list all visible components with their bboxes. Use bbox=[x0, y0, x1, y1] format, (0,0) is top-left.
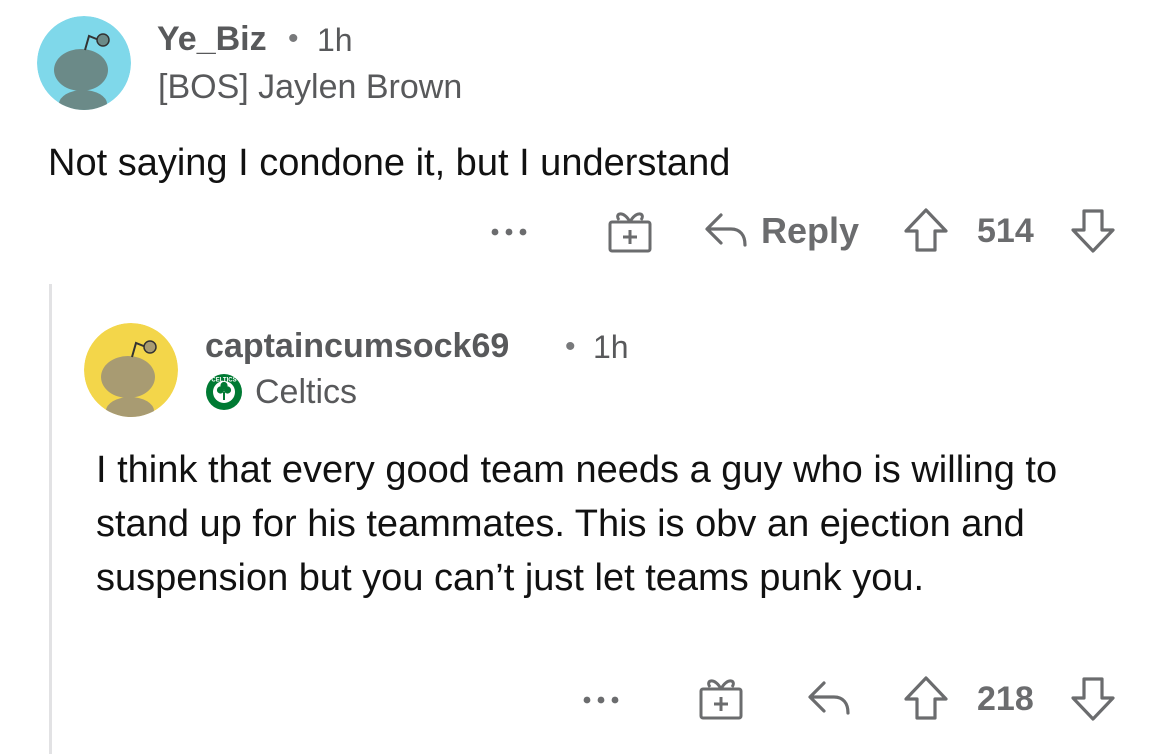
downvote-icon bbox=[1071, 209, 1115, 253]
user-flair: Celtics bbox=[255, 373, 358, 411]
username[interactable]: captaincumsock69 bbox=[205, 327, 509, 366]
upvote-button[interactable] bbox=[903, 207, 949, 253]
more-options-button[interactable] bbox=[581, 690, 623, 710]
downvote-button[interactable] bbox=[1070, 676, 1116, 722]
more-icon bbox=[583, 696, 619, 704]
avatar[interactable] bbox=[37, 16, 131, 110]
separator-dot: • bbox=[288, 22, 299, 55]
reply-button[interactable] bbox=[806, 679, 852, 717]
timestamp: 1h bbox=[593, 329, 629, 365]
more-icon bbox=[491, 228, 527, 236]
reply-arrow-icon bbox=[808, 681, 850, 715]
award-gift-icon bbox=[699, 679, 743, 720]
comment-body: I think that every good team needs a guy… bbox=[96, 449, 1058, 599]
timestamp: 1h bbox=[317, 22, 353, 58]
separator-dot: • bbox=[565, 330, 576, 363]
user-flair: [BOS] Jaylen Brown bbox=[158, 68, 463, 106]
award-gift-icon bbox=[608, 212, 652, 253]
vote-score: 514 bbox=[977, 212, 1034, 250]
award-button[interactable] bbox=[698, 675, 744, 721]
upvote-icon bbox=[904, 676, 948, 720]
username[interactable]: Ye_Biz bbox=[157, 20, 267, 59]
snoo-avatar-icon bbox=[37, 16, 131, 110]
flair-badge-text: CELTICS bbox=[211, 378, 236, 384]
upvote-button[interactable] bbox=[903, 675, 949, 721]
award-button[interactable] bbox=[607, 208, 653, 254]
snoo-avatar-icon bbox=[84, 323, 178, 417]
more-options-button[interactable] bbox=[489, 222, 531, 242]
celtics-flair-icon: CELTICS bbox=[206, 374, 242, 410]
comment-body: Not saying I condone it, but I understan… bbox=[48, 142, 731, 184]
reply-arrow-icon bbox=[705, 213, 747, 247]
downvote-icon bbox=[1071, 677, 1115, 721]
reply-label[interactable]: Reply bbox=[761, 210, 859, 252]
vote-score: 218 bbox=[977, 680, 1034, 718]
avatar[interactable] bbox=[84, 323, 178, 417]
reply-button[interactable] bbox=[703, 211, 749, 249]
flair-badge: CELTICS bbox=[205, 373, 243, 411]
thread-line[interactable] bbox=[49, 284, 52, 754]
downvote-button[interactable] bbox=[1070, 208, 1116, 254]
upvote-icon bbox=[904, 208, 948, 252]
